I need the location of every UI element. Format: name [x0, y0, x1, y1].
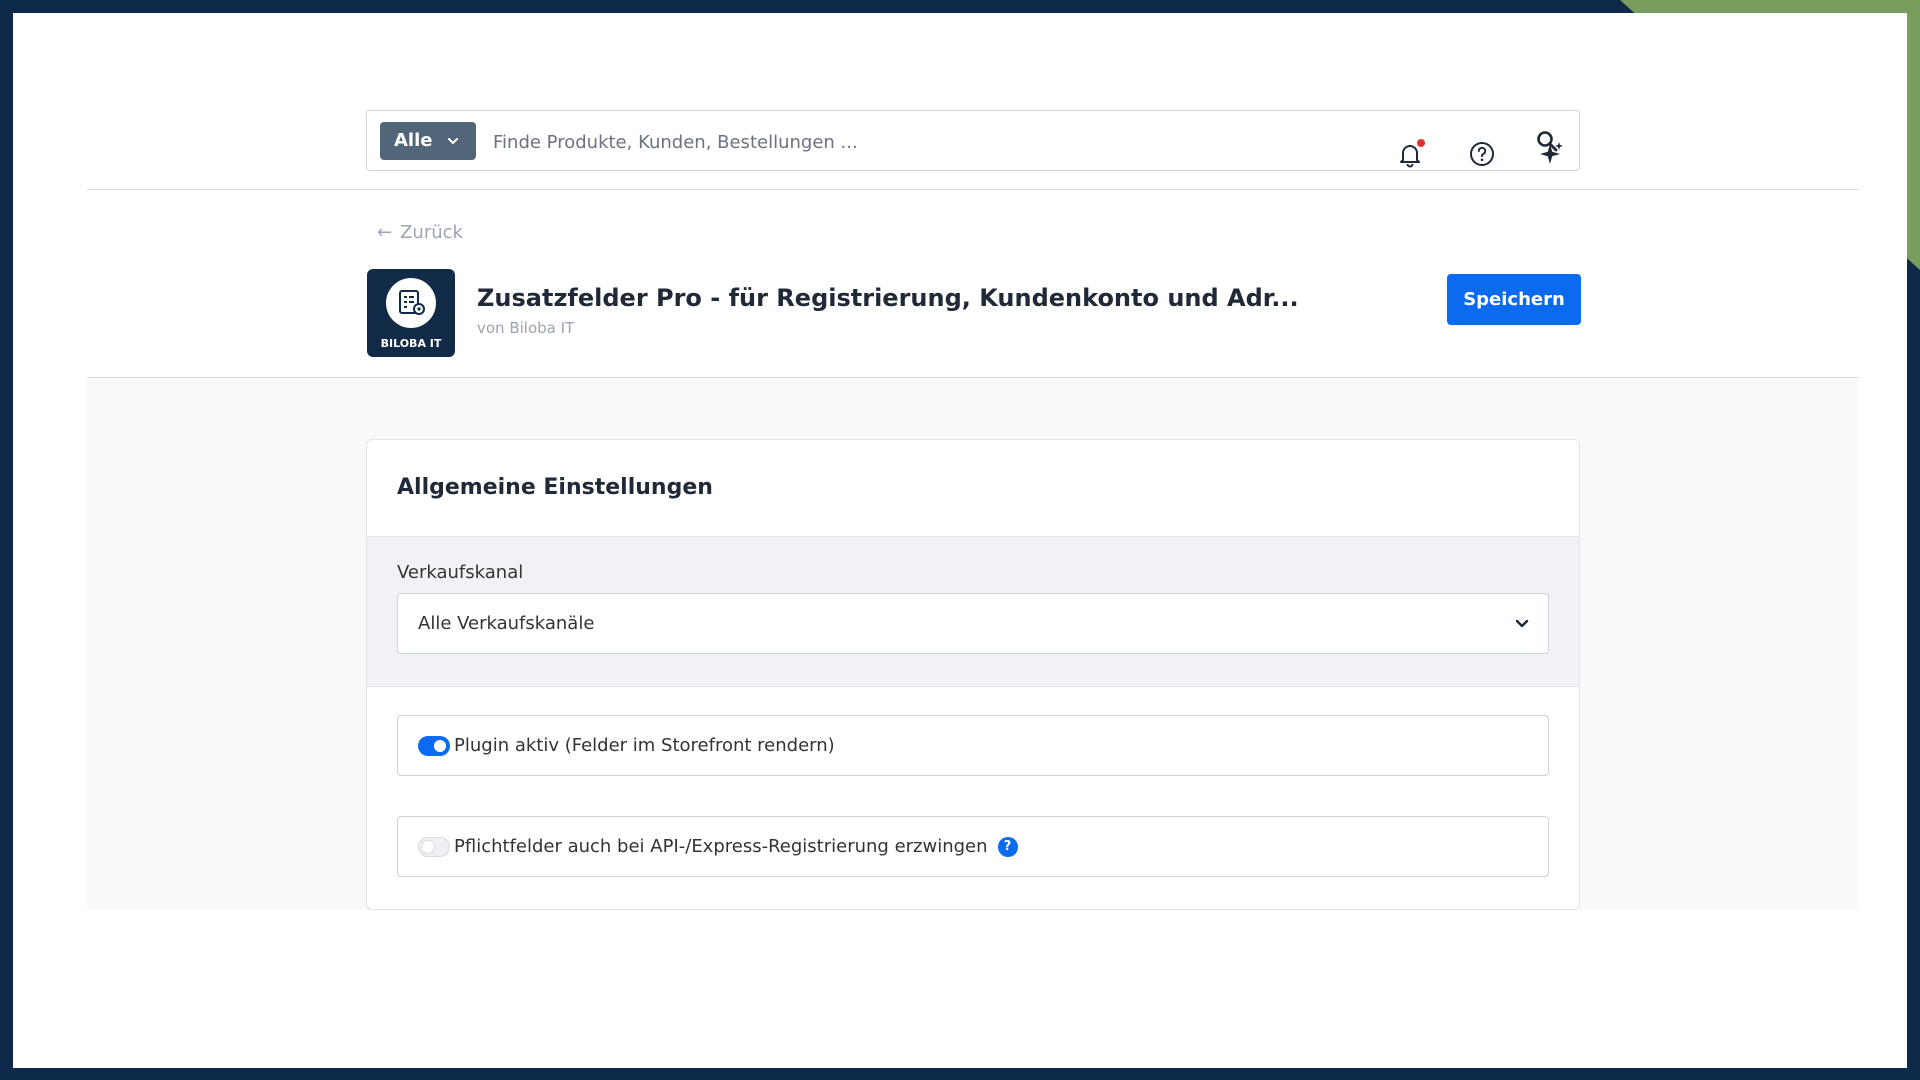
plugin-active-switch[interactable]: [418, 736, 450, 756]
toggle-row-plugin-active: Plugin aktiv (Felder im Storefront rende…: [397, 715, 1549, 776]
sales-channel-label: Verkaufskanal: [397, 562, 524, 583]
required-fields-switch[interactable]: [418, 837, 450, 857]
sales-channel-select[interactable]: Alle Verkaufskanäle: [397, 593, 1549, 654]
page-content: Alle Finde Produkte, Kunden, Bestellunge…: [87, 13, 1859, 1068]
switch-knob: [434, 740, 446, 752]
plugin-logo: BILOBA IT: [367, 269, 455, 357]
top-bar: Alle: [87, 13, 1859, 190]
required-fields-label-wrap: Pflichtfelder auch bei API-/Express-Regi…: [454, 836, 1018, 857]
search-scope-dropdown[interactable]: Alle: [380, 122, 476, 160]
required-fields-label: Pflichtfelder auch bei API-/Express-Regi…: [454, 836, 988, 857]
card-title: Allgemeine Einstellungen: [397, 475, 713, 500]
back-link[interactable]: ← Zurück: [377, 222, 463, 243]
chevron-down-icon: [1515, 619, 1529, 628]
save-button[interactable]: Speichern: [1447, 274, 1581, 325]
sparkle-icon[interactable]: [1537, 139, 1567, 169]
sales-channel-value: Alle Verkaufskanäle: [418, 613, 595, 634]
plugin-active-label: Plugin aktiv (Felder im Storefront rende…: [454, 735, 835, 756]
app-canvas: Alle Finde Produkte, Kunden, Bestellunge…: [13, 13, 1907, 1068]
chevron-down-icon: [448, 138, 458, 144]
logo-circle: [386, 278, 436, 328]
arrow-left-icon: ←: [377, 222, 393, 243]
form-list-icon: [399, 290, 425, 315]
sales-channel-section: Verkaufskanal Alle Verkaufskanäle: [367, 536, 1579, 687]
settings-area: Allgemeine Einstellungen Verkaufskanal A…: [87, 378, 1859, 910]
help-badge-icon[interactable]: ?: [997, 837, 1018, 857]
back-label: Zurück: [400, 222, 463, 243]
toggle-row-required-fields: Pflichtfelder auch bei API-/Express-Regi…: [397, 816, 1549, 877]
plugin-vendor: von Biloba IT: [477, 319, 575, 337]
settings-card: Allgemeine Einstellungen Verkaufskanal A…: [366, 439, 1580, 910]
notification-dot: [1417, 139, 1425, 147]
switch-knob: [422, 841, 434, 853]
search-input[interactable]: [491, 122, 1495, 162]
help-circle-icon[interactable]: [1467, 139, 1497, 169]
plugin-title: Zusatzfelder Pro - für Registrierung, Ku…: [477, 284, 1299, 312]
search-scope-label: Alle: [394, 130, 433, 151]
logo-brand: BILOBA IT: [380, 337, 442, 350]
